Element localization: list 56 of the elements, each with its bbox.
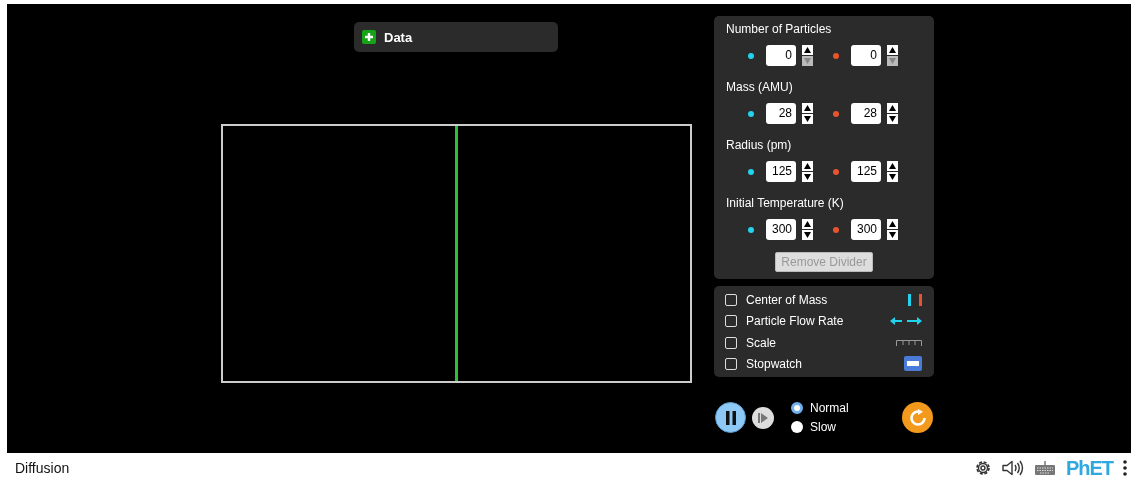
up-arrow-icon[interactable]	[887, 103, 898, 113]
checkbox[interactable]	[725, 315, 737, 328]
number-field[interactable]: 125	[766, 161, 796, 182]
up-arrow-icon[interactable]	[802, 161, 813, 171]
down-arrow-icon[interactable]	[802, 172, 813, 182]
parameter-label: Initial Temperature (K)	[726, 196, 845, 210]
number-field[interactable]: 300	[851, 219, 881, 240]
settings-icon[interactable]	[973, 459, 992, 477]
number-field[interactable]: 0	[851, 45, 881, 66]
up-arrow-icon[interactable]	[802, 103, 813, 113]
reset-button[interactable]	[902, 402, 933, 433]
radio-button[interactable]	[791, 421, 803, 433]
option-label: Particle Flow Rate	[746, 314, 845, 329]
checkbox[interactable]	[725, 294, 737, 306]
speaker-icon[interactable]	[1001, 460, 1024, 476]
checkbox[interactable]	[725, 336, 737, 349]
double-arrow-icon	[890, 317, 922, 326]
parameter-label: Radius (pm)	[726, 138, 793, 152]
reset-icon	[908, 408, 927, 427]
up-arrow-icon[interactable]	[887, 219, 898, 229]
up-arrow-icon[interactable]	[887, 161, 898, 171]
up-arrow-icon[interactable]	[802, 45, 813, 55]
parameter-label: Number of Particles	[726, 22, 833, 36]
expand-icon	[362, 30, 376, 44]
bars-icon	[908, 294, 922, 306]
number-field[interactable]: 125	[851, 161, 881, 182]
down-arrow-icon[interactable]	[802, 230, 813, 240]
option-label: Stopwatch	[746, 357, 804, 371]
down-arrow-icon[interactable]	[887, 230, 898, 240]
down-arrow-icon[interactable]	[887, 172, 898, 182]
more-icon[interactable]	[1123, 460, 1127, 476]
checkbox[interactable]	[725, 358, 737, 370]
up-arrow-icon[interactable]	[802, 219, 813, 229]
down-arrow-icon[interactable]	[802, 114, 813, 124]
option-label: Scale	[746, 335, 778, 350]
number-field[interactable]: 28	[851, 103, 881, 124]
ruler-icon	[896, 339, 922, 346]
radio-button[interactable]	[791, 402, 803, 414]
pause-button[interactable]	[715, 402, 746, 433]
sim-title: Diffusion	[15, 460, 71, 476]
number-field[interactable]: 28	[766, 103, 796, 124]
down-arrow-icon[interactable]	[887, 114, 898, 124]
panel-title: Data	[384, 29, 413, 45]
number-field[interactable]: 0	[766, 45, 796, 66]
number-field[interactable]: 300	[766, 219, 796, 240]
step-icon	[758, 412, 768, 423]
parameter-label: Mass (AMU)	[726, 80, 794, 94]
stopwatch-icon	[904, 356, 922, 372]
speed-label: Normal	[810, 401, 849, 415]
pause-icon	[724, 410, 737, 425]
option-label: Center of Mass	[746, 293, 829, 307]
up-arrow-icon[interactable]	[887, 45, 898, 55]
step-button[interactable]	[752, 406, 774, 429]
keyboard-icon[interactable]	[1033, 460, 1056, 476]
speed-label: Slow	[810, 420, 836, 434]
data-panel[interactable]: Data	[354, 22, 558, 52]
